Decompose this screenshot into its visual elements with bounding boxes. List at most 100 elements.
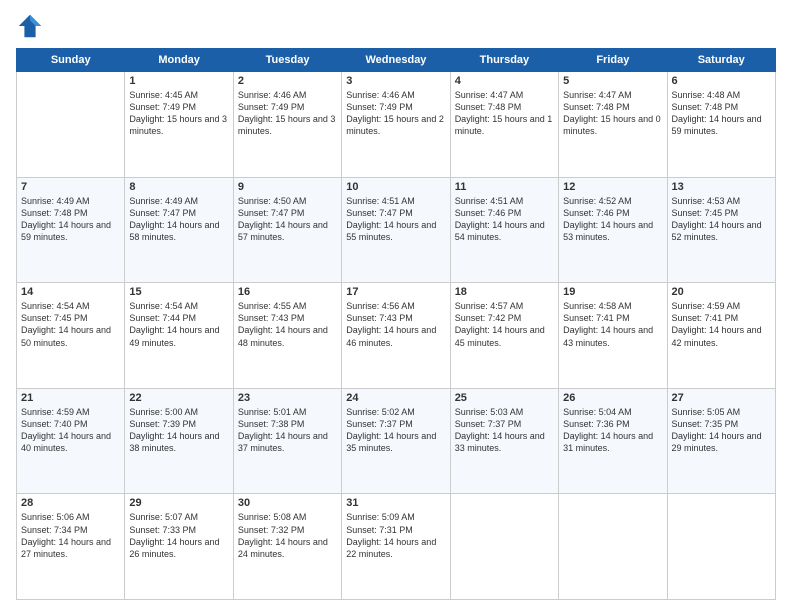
cell-info: Sunrise: 4:51 AM Sunset: 7:46 PM Dayligh…	[455, 195, 554, 244]
sunset-text: Sunset: 7:40 PM	[21, 418, 120, 430]
day-number: 25	[455, 392, 554, 404]
day-number: 21	[21, 392, 120, 404]
daylight-text: Daylight: 15 hours and 3 minutes.	[238, 113, 337, 137]
cell-info: Sunrise: 4:59 AM Sunset: 7:40 PM Dayligh…	[21, 406, 120, 455]
calendar-cell: 24 Sunrise: 5:02 AM Sunset: 7:37 PM Dayl…	[342, 388, 450, 494]
cell-info: Sunrise: 4:49 AM Sunset: 7:48 PM Dayligh…	[21, 195, 120, 244]
sunrise-text: Sunrise: 4:59 AM	[672, 300, 771, 312]
sunrise-text: Sunrise: 5:05 AM	[672, 406, 771, 418]
sunset-text: Sunset: 7:48 PM	[563, 101, 662, 113]
daylight-text: Daylight: 14 hours and 26 minutes.	[129, 536, 228, 560]
calendar-cell: 26 Sunrise: 5:04 AM Sunset: 7:36 PM Dayl…	[559, 388, 667, 494]
sunset-text: Sunset: 7:45 PM	[21, 312, 120, 324]
calendar-cell: 9 Sunrise: 4:50 AM Sunset: 7:47 PM Dayli…	[233, 177, 341, 283]
day-number: 23	[238, 392, 337, 404]
week-row-3: 14 Sunrise: 4:54 AM Sunset: 7:45 PM Dayl…	[17, 283, 776, 389]
sunset-text: Sunset: 7:41 PM	[672, 312, 771, 324]
cell-info: Sunrise: 4:59 AM Sunset: 7:41 PM Dayligh…	[672, 300, 771, 349]
sunset-text: Sunset: 7:43 PM	[346, 312, 445, 324]
daylight-text: Daylight: 14 hours and 38 minutes.	[129, 430, 228, 454]
cell-info: Sunrise: 5:02 AM Sunset: 7:37 PM Dayligh…	[346, 406, 445, 455]
cell-info: Sunrise: 4:52 AM Sunset: 7:46 PM Dayligh…	[563, 195, 662, 244]
calendar-cell: 22 Sunrise: 5:00 AM Sunset: 7:39 PM Dayl…	[125, 388, 233, 494]
sunset-text: Sunset: 7:49 PM	[129, 101, 228, 113]
sunset-text: Sunset: 7:44 PM	[129, 312, 228, 324]
calendar-cell: 16 Sunrise: 4:55 AM Sunset: 7:43 PM Dayl…	[233, 283, 341, 389]
day-number: 10	[346, 181, 445, 193]
cell-info: Sunrise: 4:46 AM Sunset: 7:49 PM Dayligh…	[346, 89, 445, 138]
cell-info: Sunrise: 4:54 AM Sunset: 7:44 PM Dayligh…	[129, 300, 228, 349]
calendar-cell: 14 Sunrise: 4:54 AM Sunset: 7:45 PM Dayl…	[17, 283, 125, 389]
sunset-text: Sunset: 7:41 PM	[563, 312, 662, 324]
daylight-text: Daylight: 15 hours and 3 minutes.	[129, 113, 228, 137]
calendar-cell: 30 Sunrise: 5:08 AM Sunset: 7:32 PM Dayl…	[233, 494, 341, 600]
day-number: 30	[238, 497, 337, 509]
cell-info: Sunrise: 5:01 AM Sunset: 7:38 PM Dayligh…	[238, 406, 337, 455]
day-number: 17	[346, 286, 445, 298]
day-number: 8	[129, 181, 228, 193]
calendar-cell: 2 Sunrise: 4:46 AM Sunset: 7:49 PM Dayli…	[233, 72, 341, 178]
daylight-text: Daylight: 14 hours and 45 minutes.	[455, 324, 554, 348]
sunrise-text: Sunrise: 4:54 AM	[21, 300, 120, 312]
sunrise-text: Sunrise: 5:04 AM	[563, 406, 662, 418]
cell-info: Sunrise: 5:03 AM Sunset: 7:37 PM Dayligh…	[455, 406, 554, 455]
sunset-text: Sunset: 7:46 PM	[455, 207, 554, 219]
sunset-text: Sunset: 7:34 PM	[21, 524, 120, 536]
calendar-cell: 31 Sunrise: 5:09 AM Sunset: 7:31 PM Dayl…	[342, 494, 450, 600]
cell-info: Sunrise: 4:51 AM Sunset: 7:47 PM Dayligh…	[346, 195, 445, 244]
day-number: 7	[21, 181, 120, 193]
daylight-text: Daylight: 14 hours and 24 minutes.	[238, 536, 337, 560]
cell-info: Sunrise: 5:00 AM Sunset: 7:39 PM Dayligh…	[129, 406, 228, 455]
day-number: 22	[129, 392, 228, 404]
calendar-cell: 11 Sunrise: 4:51 AM Sunset: 7:46 PM Dayl…	[450, 177, 558, 283]
day-number: 5	[563, 75, 662, 87]
day-number: 19	[563, 286, 662, 298]
cell-info: Sunrise: 5:08 AM Sunset: 7:32 PM Dayligh…	[238, 511, 337, 560]
sunset-text: Sunset: 7:33 PM	[129, 524, 228, 536]
cell-info: Sunrise: 5:05 AM Sunset: 7:35 PM Dayligh…	[672, 406, 771, 455]
calendar-cell	[667, 494, 775, 600]
calendar-cell: 25 Sunrise: 5:03 AM Sunset: 7:37 PM Dayl…	[450, 388, 558, 494]
day-number: 1	[129, 75, 228, 87]
day-number: 2	[238, 75, 337, 87]
sunrise-text: Sunrise: 4:47 AM	[563, 89, 662, 101]
cell-info: Sunrise: 4:57 AM Sunset: 7:42 PM Dayligh…	[455, 300, 554, 349]
daylight-text: Daylight: 14 hours and 49 minutes.	[129, 324, 228, 348]
sunrise-text: Sunrise: 4:56 AM	[346, 300, 445, 312]
cell-info: Sunrise: 4:53 AM Sunset: 7:45 PM Dayligh…	[672, 195, 771, 244]
day-number: 28	[21, 497, 120, 509]
daylight-text: Daylight: 14 hours and 58 minutes.	[129, 219, 228, 243]
day-number: 18	[455, 286, 554, 298]
page: Sunday Monday Tuesday Wednesday Thursday…	[0, 0, 792, 612]
col-tuesday: Tuesday	[233, 49, 341, 72]
sunrise-text: Sunrise: 4:51 AM	[346, 195, 445, 207]
calendar-cell: 18 Sunrise: 4:57 AM Sunset: 7:42 PM Dayl…	[450, 283, 558, 389]
day-number: 20	[672, 286, 771, 298]
sunset-text: Sunset: 7:31 PM	[346, 524, 445, 536]
daylight-text: Daylight: 14 hours and 27 minutes.	[21, 536, 120, 560]
sunrise-text: Sunrise: 4:45 AM	[129, 89, 228, 101]
calendar-cell: 4 Sunrise: 4:47 AM Sunset: 7:48 PM Dayli…	[450, 72, 558, 178]
cell-info: Sunrise: 4:56 AM Sunset: 7:43 PM Dayligh…	[346, 300, 445, 349]
cell-info: Sunrise: 5:07 AM Sunset: 7:33 PM Dayligh…	[129, 511, 228, 560]
sunrise-text: Sunrise: 4:53 AM	[672, 195, 771, 207]
sunrise-text: Sunrise: 5:09 AM	[346, 511, 445, 523]
sunrise-text: Sunrise: 5:02 AM	[346, 406, 445, 418]
col-wednesday: Wednesday	[342, 49, 450, 72]
sunset-text: Sunset: 7:45 PM	[672, 207, 771, 219]
daylight-text: Daylight: 14 hours and 29 minutes.	[672, 430, 771, 454]
sunrise-text: Sunrise: 5:00 AM	[129, 406, 228, 418]
calendar-cell: 23 Sunrise: 5:01 AM Sunset: 7:38 PM Dayl…	[233, 388, 341, 494]
sunrise-text: Sunrise: 4:50 AM	[238, 195, 337, 207]
calendar-table: Sunday Monday Tuesday Wednesday Thursday…	[16, 48, 776, 600]
daylight-text: Daylight: 14 hours and 42 minutes.	[672, 324, 771, 348]
cell-info: Sunrise: 4:54 AM Sunset: 7:45 PM Dayligh…	[21, 300, 120, 349]
cell-info: Sunrise: 5:09 AM Sunset: 7:31 PM Dayligh…	[346, 511, 445, 560]
calendar-cell: 27 Sunrise: 5:05 AM Sunset: 7:35 PM Dayl…	[667, 388, 775, 494]
calendar-cell: 19 Sunrise: 4:58 AM Sunset: 7:41 PM Dayl…	[559, 283, 667, 389]
calendar-cell	[450, 494, 558, 600]
cell-info: Sunrise: 4:45 AM Sunset: 7:49 PM Dayligh…	[129, 89, 228, 138]
calendar-cell: 13 Sunrise: 4:53 AM Sunset: 7:45 PM Dayl…	[667, 177, 775, 283]
calendar-cell: 7 Sunrise: 4:49 AM Sunset: 7:48 PM Dayli…	[17, 177, 125, 283]
calendar-cell: 29 Sunrise: 5:07 AM Sunset: 7:33 PM Dayl…	[125, 494, 233, 600]
